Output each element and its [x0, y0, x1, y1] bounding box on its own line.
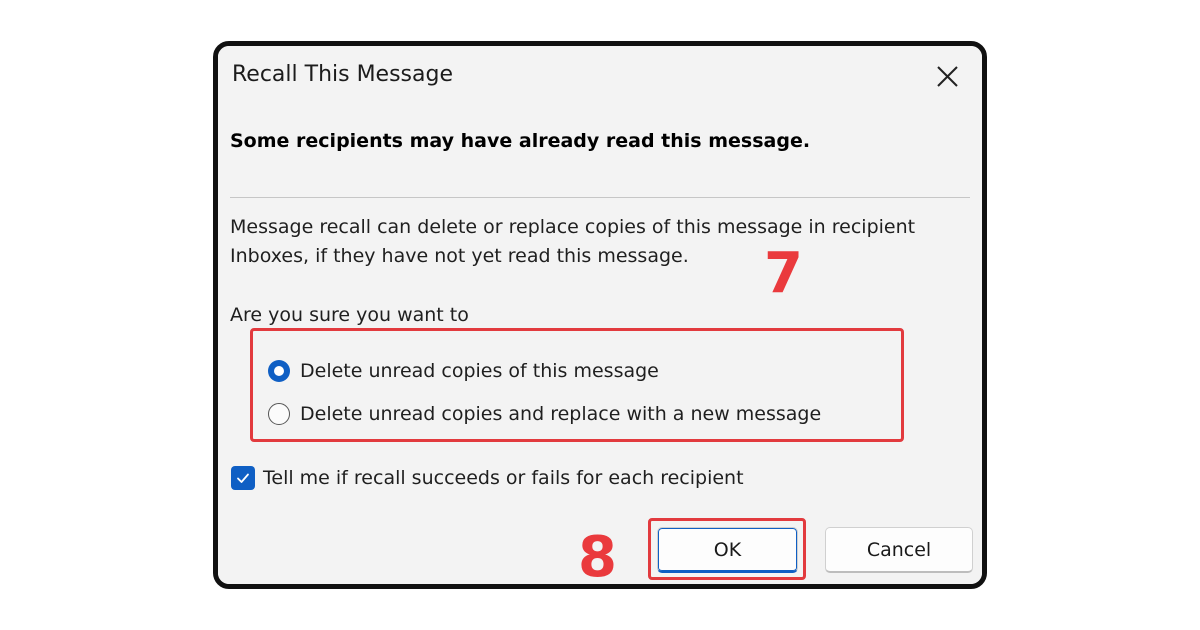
description-line-2: Inboxes, if they have not yet read this … [230, 245, 689, 267]
radio-option-label: Delete unread copies and replace with a … [300, 403, 822, 425]
divider [230, 197, 970, 198]
description-line-1: Message recall can delete or replace cop… [230, 216, 916, 238]
question-text: Are you sure you want to [230, 304, 469, 326]
warning-text: Some recipients may have already read th… [230, 130, 811, 152]
dialog-title: Recall This Message [232, 62, 453, 87]
notify-checkbox[interactable] [231, 466, 255, 490]
recall-message-dialog: Recall This Message Some recipients may … [218, 46, 982, 584]
notify-checkbox-row[interactable]: Tell me if recall succeeds or fails for … [231, 466, 744, 490]
radio-option-delete-unread[interactable]: Delete unread copies of this message [268, 360, 659, 382]
step-8-annotation: 8 [578, 525, 617, 589]
step-7-annotation: 7 [764, 241, 803, 306]
notify-checkbox-label: Tell me if recall succeeds or fails for … [263, 467, 744, 489]
screenshot-frame: Recall This Message Some recipients may … [213, 41, 987, 589]
close-button[interactable] [930, 60, 964, 94]
close-icon [937, 66, 958, 87]
radio-button-selected[interactable] [268, 360, 290, 382]
cancel-button[interactable]: Cancel [825, 527, 973, 573]
ok-button[interactable]: OK [657, 527, 798, 573]
radio-option-delete-and-replace[interactable]: Delete unread copies and replace with a … [268, 403, 821, 425]
radio-option-label: Delete unread copies of this message [300, 360, 659, 382]
radio-button-unselected[interactable] [268, 403, 290, 425]
checkmark-icon [237, 473, 249, 483]
